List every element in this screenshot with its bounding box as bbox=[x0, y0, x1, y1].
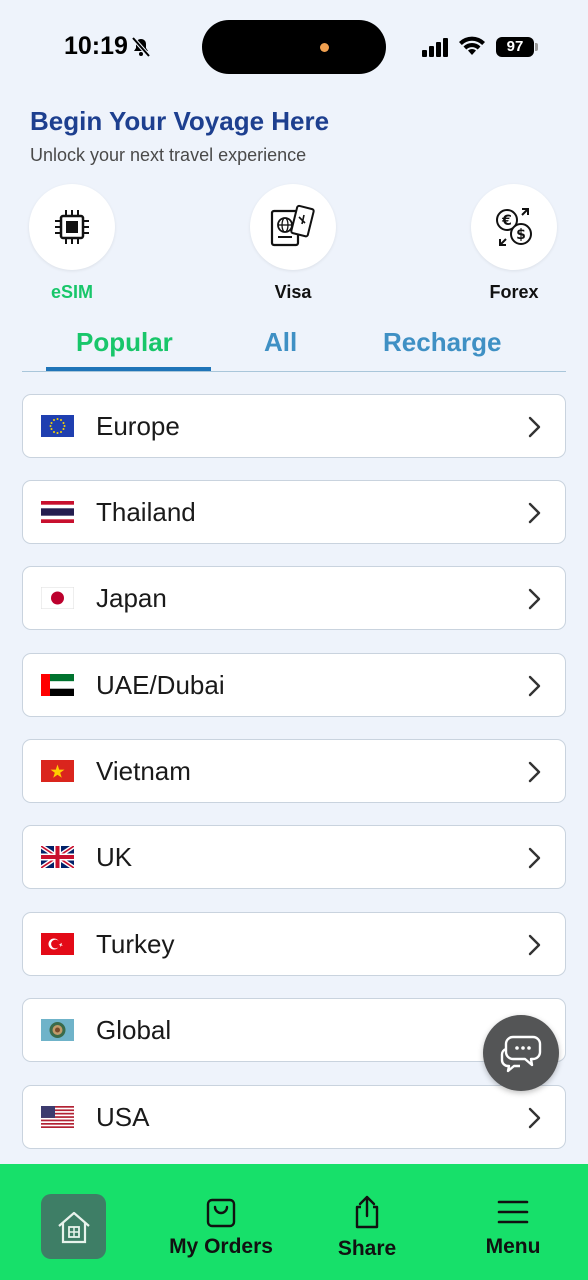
silent-bell-icon bbox=[130, 36, 152, 63]
status-bar: 10:19 97 bbox=[0, 0, 588, 96]
thailand-flag-icon bbox=[41, 501, 74, 523]
hamburger-menu-icon bbox=[497, 1200, 529, 1224]
esim-button[interactable] bbox=[29, 184, 115, 270]
country-row-uae[interactable]: UAE/Dubai bbox=[22, 653, 566, 717]
status-time: 10:19 bbox=[64, 32, 128, 60]
country-name: Thailand bbox=[96, 497, 196, 527]
visa-label: Visa bbox=[274, 282, 312, 302]
esim-label: eSIM bbox=[50, 282, 93, 302]
uae-flag-icon bbox=[41, 674, 74, 696]
country-row-europe[interactable]: Europe bbox=[22, 394, 566, 458]
svg-text:$: $ bbox=[516, 227, 526, 243]
chat-bubbles-icon bbox=[500, 1035, 542, 1073]
currency-exchange-icon: € $ bbox=[496, 208, 532, 246]
chevron-right-icon bbox=[528, 675, 541, 697]
globe-flag-icon bbox=[41, 1019, 74, 1041]
page-title: Begin Your Voyage Here bbox=[30, 106, 330, 136]
tab-recharge[interactable]: Recharge bbox=[383, 327, 502, 358]
page-subtitle: Unlock your next travel experience bbox=[30, 145, 307, 165]
turkey-flag-icon bbox=[41, 933, 74, 955]
tab-popular[interactable]: Popular bbox=[76, 327, 173, 358]
nav-my-orders-label: My Orders bbox=[169, 1235, 273, 1258]
forex-label: Forex bbox=[489, 282, 539, 302]
country-name: UAE/Dubai bbox=[96, 670, 225, 700]
uk-flag-icon bbox=[41, 846, 74, 868]
country-name: Europe bbox=[96, 411, 180, 441]
country-name: USA bbox=[96, 1102, 150, 1132]
vietnam-flag-icon bbox=[41, 760, 74, 782]
tab-all[interactable]: All bbox=[264, 327, 297, 358]
home-icon bbox=[57, 1211, 90, 1243]
forex-button[interactable]: € $ bbox=[471, 184, 557, 270]
nav-share-label: Share bbox=[337, 1237, 397, 1260]
shopping-bag-icon bbox=[206, 1198, 236, 1228]
service-visa[interactable]: Visa bbox=[238, 184, 348, 303]
cellular-signal-icon bbox=[422, 37, 450, 62]
battery-level: 97 bbox=[496, 37, 534, 57]
privacy-indicator bbox=[320, 43, 329, 52]
visa-button[interactable] bbox=[250, 184, 336, 270]
country-name: Turkey bbox=[96, 929, 175, 959]
bottom-navigation: My Orders Share Menu bbox=[0, 1164, 588, 1280]
country-name: Japan bbox=[96, 583, 167, 613]
nav-home-button[interactable] bbox=[41, 1194, 106, 1259]
country-row-thailand[interactable]: Thailand bbox=[22, 480, 566, 544]
chevron-right-icon bbox=[528, 1107, 541, 1129]
svg-text:€: € bbox=[501, 213, 512, 229]
nav-share[interactable]: Share bbox=[326, 1194, 408, 1261]
dynamic-island bbox=[202, 20, 386, 74]
country-name: Global bbox=[96, 1015, 172, 1045]
battery-tip bbox=[535, 43, 538, 51]
chevron-right-icon bbox=[528, 847, 541, 869]
chevron-right-icon bbox=[528, 416, 541, 438]
chat-support-button[interactable] bbox=[483, 1015, 559, 1091]
share-icon bbox=[355, 1195, 379, 1229]
nav-my-orders[interactable]: My Orders bbox=[160, 1196, 282, 1259]
chevron-right-icon bbox=[528, 934, 541, 956]
service-forex[interactable]: € $ Forex bbox=[459, 184, 569, 303]
tab-bar: Popular All Recharge bbox=[22, 320, 566, 372]
service-esim[interactable]: eSIM bbox=[17, 184, 127, 303]
chevron-right-icon bbox=[528, 761, 541, 783]
wifi-icon bbox=[458, 35, 486, 62]
chevron-right-icon bbox=[528, 502, 541, 524]
country-row-turkey[interactable]: Turkey bbox=[22, 912, 566, 976]
nav-menu[interactable]: Menu bbox=[470, 1196, 556, 1259]
passport-icon bbox=[270, 204, 315, 247]
country-name: Vietnam bbox=[96, 756, 191, 786]
country-row-usa[interactable]: USA bbox=[22, 1085, 566, 1149]
country-row-uk[interactable]: UK bbox=[22, 825, 566, 889]
chevron-right-icon bbox=[528, 588, 541, 610]
country-row-japan[interactable]: Japan bbox=[22, 566, 566, 630]
active-tab-indicator bbox=[46, 367, 211, 371]
country-row-vietnam[interactable]: Vietnam bbox=[22, 739, 566, 803]
usa-flag-icon bbox=[41, 1106, 74, 1128]
nav-menu-label: Menu bbox=[485, 1235, 541, 1258]
japan-flag-icon bbox=[41, 587, 74, 609]
chip-icon bbox=[55, 210, 89, 244]
country-name: UK bbox=[96, 842, 133, 872]
eu-flag-icon bbox=[41, 415, 74, 437]
